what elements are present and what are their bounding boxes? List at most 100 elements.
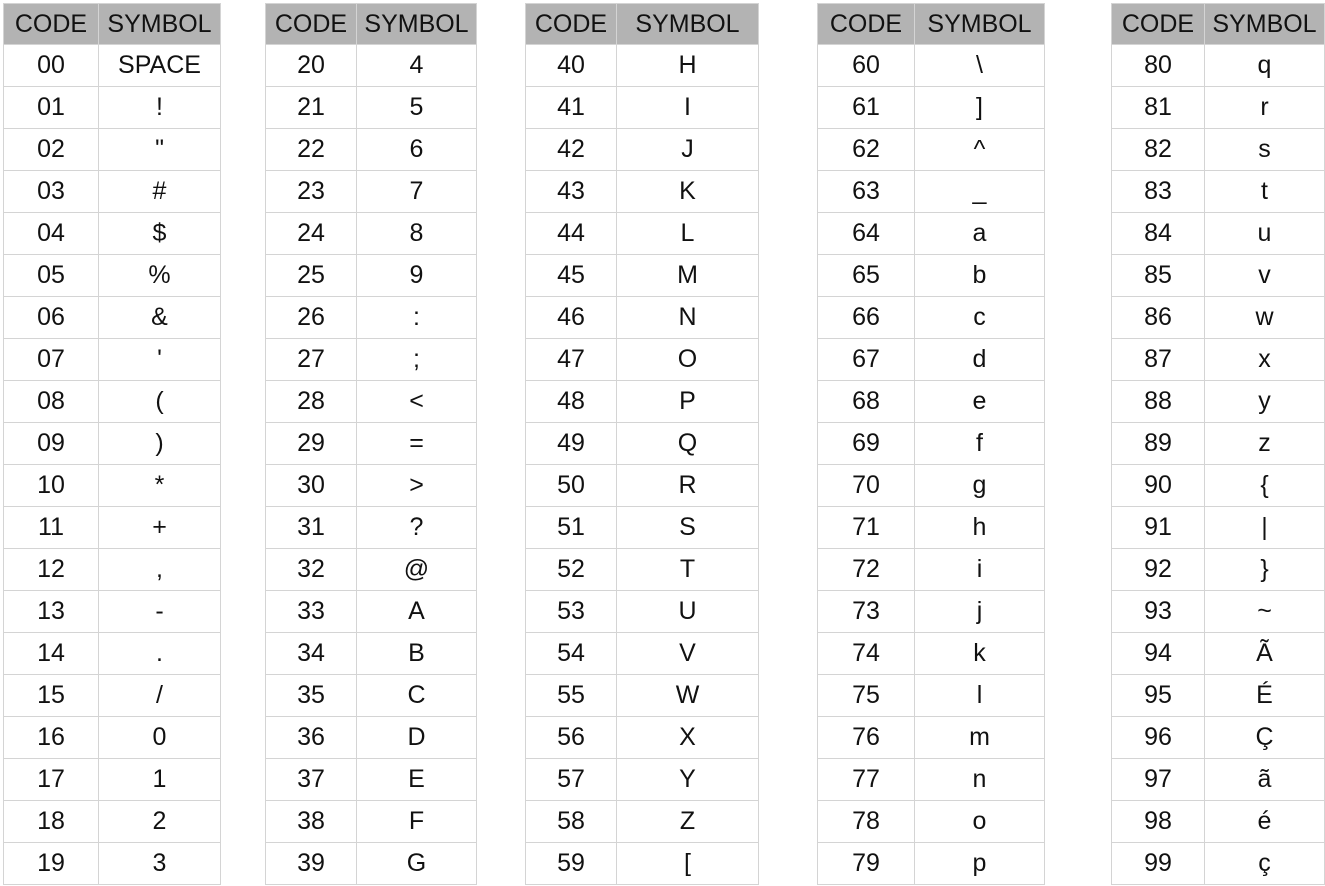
symbol-cell: m bbox=[914, 716, 1045, 759]
table-row: 86 w bbox=[1111, 296, 1325, 339]
symbol-cell: P bbox=[616, 380, 759, 423]
symbol-cell: B bbox=[356, 632, 477, 675]
symbol-cell: M bbox=[616, 254, 759, 297]
symbol-cell: z bbox=[1204, 422, 1325, 465]
symbol-cell: _ bbox=[914, 170, 1045, 213]
symbol-cell: T bbox=[616, 548, 759, 591]
code-cell: 50 bbox=[525, 464, 617, 507]
table-row: 98 é bbox=[1111, 800, 1325, 843]
symbol-cell: K bbox=[616, 170, 759, 213]
code-cell: 35 bbox=[265, 674, 357, 717]
code-cell: 37 bbox=[265, 758, 357, 801]
table-row: 54 V bbox=[525, 632, 759, 675]
code-header: CODE bbox=[1111, 3, 1205, 45]
table-row: 30 > bbox=[265, 464, 477, 507]
symbol-header: SYMBOL bbox=[1204, 3, 1325, 45]
code-cell: 38 bbox=[265, 800, 357, 843]
table-row: 01! bbox=[3, 86, 221, 129]
code-cell: 66 bbox=[817, 296, 915, 339]
table-row: 67 d bbox=[817, 338, 1045, 381]
symbol-cell: L bbox=[616, 212, 759, 255]
table-row: 51 S bbox=[525, 506, 759, 549]
code-cell: 19 bbox=[3, 842, 99, 885]
table-row: 12, bbox=[3, 548, 221, 591]
symbol-cell: w bbox=[1204, 296, 1325, 339]
code-cell: 08 bbox=[3, 380, 99, 423]
code-cell: 25 bbox=[265, 254, 357, 297]
table-row: 47 O bbox=[525, 338, 759, 381]
code-cell: 48 bbox=[525, 380, 617, 423]
table-row: 04 $ bbox=[3, 212, 221, 255]
code-cell: 96 bbox=[1111, 716, 1205, 759]
table-row: 34 B bbox=[265, 632, 477, 675]
table-body: 60 \ 61] 62 ^ 63 _ 64 a 65 b 66 c 67 d 68 e 69 f 70 g 71 h 72 i 7… bbox=[817, 44, 1045, 885]
symbol-cell: " bbox=[98, 128, 221, 171]
code-cell: 99 bbox=[1111, 842, 1205, 885]
table-row: 74 k bbox=[817, 632, 1045, 675]
code-table-1: CODE SYMBOL 00 SPACE 01! 02 " 03 #04 $05% 06 & 07 '… bbox=[3, 3, 221, 885]
table-row: 61] bbox=[817, 86, 1045, 129]
code-cell: 39 bbox=[265, 842, 357, 885]
table-row: 39 G bbox=[265, 842, 477, 885]
table-row: 96 Ç bbox=[1111, 716, 1325, 759]
table-body: 20 4 21 5 22 6 23 7 24 8 25 9 26:27; 28 <29 = 30 >31? 32 @3… bbox=[265, 44, 477, 885]
code-cell: 33 bbox=[265, 590, 357, 633]
table-row: 89 z bbox=[1111, 422, 1325, 465]
symbol-cell: é bbox=[1204, 800, 1325, 843]
code-cell: 31 bbox=[265, 506, 357, 549]
symbol-cell: I bbox=[616, 86, 759, 129]
symbol-cell: W bbox=[616, 674, 759, 717]
code-header: CODE bbox=[3, 3, 99, 45]
symbol-cell: } bbox=[1204, 548, 1325, 591]
table-row: 46 N bbox=[525, 296, 759, 339]
code-cell: 57 bbox=[525, 758, 617, 801]
symbol-cell: 7 bbox=[356, 170, 477, 213]
symbol-cell: 1 bbox=[98, 758, 221, 801]
symbol-cell: ^ bbox=[914, 128, 1045, 171]
code-cell: 15 bbox=[3, 674, 99, 717]
code-cell: 32 bbox=[265, 548, 357, 591]
symbol-cell: g bbox=[914, 464, 1045, 507]
symbol-cell: / bbox=[98, 674, 221, 717]
code-cell: 16 bbox=[3, 716, 99, 759]
code-cell: 02 bbox=[3, 128, 99, 171]
symbol-cell: , bbox=[98, 548, 221, 591]
code-cell: 77 bbox=[817, 758, 915, 801]
table-row: 06 & bbox=[3, 296, 221, 339]
table-row: 77 n bbox=[817, 758, 1045, 801]
table-row: 25 9 bbox=[265, 254, 477, 297]
code-cell: 34 bbox=[265, 632, 357, 675]
table-row: 56 X bbox=[525, 716, 759, 759]
symbol-cell: 3 bbox=[98, 842, 221, 885]
code-cell: 97 bbox=[1111, 758, 1205, 801]
symbol-cell: $ bbox=[98, 212, 221, 255]
header-row: CODE SYMBOL bbox=[265, 3, 477, 45]
table-row: 41 I bbox=[525, 86, 759, 129]
symbol-cell: a bbox=[914, 212, 1045, 255]
code-cell: 52 bbox=[525, 548, 617, 591]
code-table-3: CODE SYMBOL 40 H 41 I 42 J 43 K 44 L 45 M 46 N 47 O 48 P 4… bbox=[525, 3, 759, 885]
table-row: 20 4 bbox=[265, 44, 477, 87]
table-row: 45 M bbox=[525, 254, 759, 297]
code-table-2: CODE SYMBOL 20 4 21 5 22 6 23 7 24 8 25 9 26:27; 28 <2… bbox=[265, 3, 477, 885]
code-cell: 22 bbox=[265, 128, 357, 171]
code-cell: 41 bbox=[525, 86, 617, 129]
code-cell: 20 bbox=[265, 44, 357, 87]
symbol-cell: É bbox=[1204, 674, 1325, 717]
code-cell: 75 bbox=[817, 674, 915, 717]
code-cell: 56 bbox=[525, 716, 617, 759]
symbol-cell: ) bbox=[98, 422, 221, 465]
code-cell: 60 bbox=[817, 44, 915, 87]
code-cell: 40 bbox=[525, 44, 617, 87]
table-row: 76 m bbox=[817, 716, 1045, 759]
code-cell: 68 bbox=[817, 380, 915, 423]
code-cell: 93 bbox=[1111, 590, 1205, 633]
table-row: 83 t bbox=[1111, 170, 1325, 213]
table-row: 27; bbox=[265, 338, 477, 381]
code-cell: 24 bbox=[265, 212, 357, 255]
table-row: 18 2 bbox=[3, 800, 221, 843]
symbol-cell: R bbox=[616, 464, 759, 507]
code-cell: 43 bbox=[525, 170, 617, 213]
symbol-cell: d bbox=[914, 338, 1045, 381]
table-row: 19 3 bbox=[3, 842, 221, 885]
